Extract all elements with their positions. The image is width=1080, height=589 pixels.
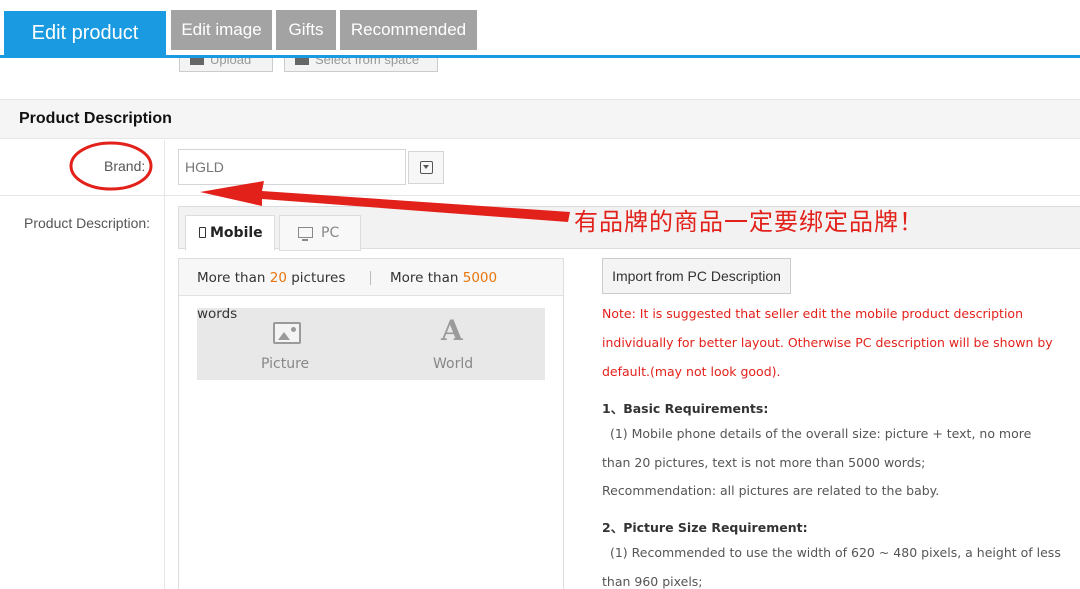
requirement-line: Recommendation: all pictures are related…	[602, 483, 940, 498]
mobile-editor-panel: More than 20 pictures More than 5000 wor…	[178, 258, 564, 589]
tab-recommended[interactable]: Recommended	[340, 10, 477, 50]
picture-icon	[273, 322, 301, 344]
tab-pc[interactable]: PC	[279, 215, 361, 251]
mobile-icon	[199, 227, 206, 238]
insert-text-button[interactable]: A World	[417, 308, 497, 380]
product-description-label: Product Description:	[24, 215, 151, 231]
image-upload-strip: Upload Select from space	[0, 58, 1080, 100]
editor-limits-bar: More than 20 pictures More than 5000	[179, 259, 563, 296]
monitor-icon	[298, 227, 313, 241]
text-icon: A	[441, 314, 463, 347]
section-title: Product Description	[19, 110, 172, 127]
pictures-limit-prefix: More than	[197, 270, 270, 286]
words-limit: More than 5000	[390, 270, 497, 286]
requirement-line: than 960 pixels;	[602, 574, 703, 589]
tab-pc-label: PC	[321, 225, 340, 241]
tab-edit-product[interactable]: Edit product	[4, 11, 166, 58]
requirement-line: (1) Mobile phone details of the overall …	[602, 426, 1032, 441]
folder-icon	[295, 58, 309, 65]
requirement-heading-size: 2、Picture Size Requirement:	[602, 520, 808, 535]
upload-button[interactable]: Upload	[179, 58, 273, 72]
row-divider	[0, 195, 1080, 196]
top-tab-bar: Edit product Edit image Gifts Recommende…	[0, 0, 1080, 58]
tab-gifts[interactable]: Gifts	[276, 10, 336, 50]
brand-label: Brand:	[104, 158, 146, 174]
insert-picture-button[interactable]: Picture	[237, 308, 337, 380]
insert-picture-label: Picture	[261, 356, 310, 372]
requirement-heading-basic: 1、Basic Requirements:	[602, 401, 769, 416]
brand-dropdown-button[interactable]	[408, 151, 444, 184]
section-header: Product Description	[0, 100, 1080, 139]
insert-toolbar: Picture A World	[197, 308, 545, 380]
words-limit-prefix: More than	[390, 270, 463, 286]
upload-icon	[190, 58, 204, 65]
requirement-line: than 20 pictures, text is not more than …	[602, 455, 926, 470]
tab-mobile[interactable]: Mobile	[185, 215, 275, 251]
import-from-pc-button[interactable]: Import from PC Description	[602, 258, 791, 294]
pictures-limit: More than 20 pictures	[197, 270, 345, 286]
annotation-text: 有品牌的商品一定要绑定品牌！	[574, 208, 924, 236]
brand-input[interactable]: HGLD	[178, 149, 406, 185]
select-from-space-label: Select from space	[315, 58, 420, 67]
note-line-2: individually for better layout. Otherwis…	[602, 335, 1053, 350]
pictures-limit-count: 20	[269, 270, 287, 286]
insert-text-label: World	[433, 356, 474, 372]
tab-mobile-label: Mobile	[210, 225, 263, 241]
words-limit-wrap: words	[197, 306, 238, 322]
note-line-3: default.(may not look good).	[602, 364, 781, 379]
select-from-space-button[interactable]: Select from space	[284, 58, 438, 72]
dropdown-arrow-icon	[420, 161, 433, 174]
label-column	[0, 140, 165, 589]
requirement-line: (1) Recommended to use the width of 620 …	[602, 545, 1061, 560]
tab-edit-image[interactable]: Edit image	[171, 10, 272, 50]
pictures-limit-suffix: pictures	[286, 270, 346, 286]
note-line-1: Note: It is suggested that seller edit t…	[602, 306, 1023, 321]
words-limit-count: 5000	[462, 270, 498, 286]
upload-button-label: Upload	[210, 58, 252, 67]
limits-separator	[370, 271, 371, 285]
